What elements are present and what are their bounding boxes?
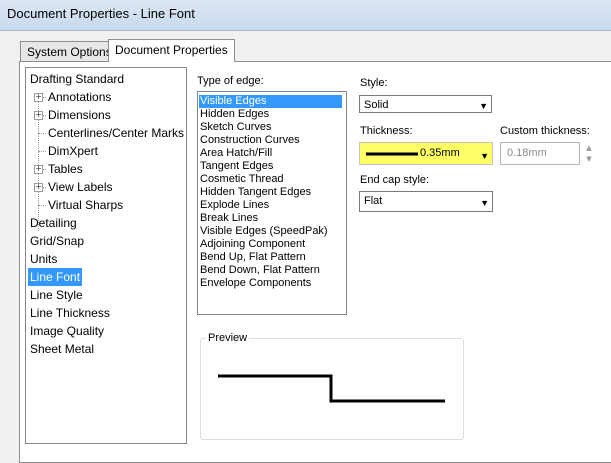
tree-item-line-thickness[interactable]: Line Thickness <box>30 304 110 322</box>
thickness-label: Thickness: <box>360 125 413 137</box>
tree-item-drafting-standard[interactable]: Drafting Standard <box>30 70 124 88</box>
list-item[interactable]: Sketch Curves <box>200 121 272 134</box>
style-dropdown[interactable]: Solid ▼ <box>359 95 492 113</box>
tree-item-virtual-sharps[interactable]: Virtual Sharps <box>48 196 123 214</box>
tree-item-image-quality[interactable]: Image Quality <box>30 322 104 340</box>
tree-item-detailing[interactable]: Detailing <box>30 214 77 232</box>
end-cap-label: End cap style: <box>360 174 430 186</box>
thickness-dropdown[interactable]: 0.35mm ▼ <box>359 142 493 165</box>
list-item[interactable]: Visible Edges <box>199 95 342 108</box>
end-cap-value: Flat <box>364 195 383 207</box>
list-item[interactable]: Construction Curves <box>200 134 300 147</box>
tree-connector <box>38 205 46 206</box>
spin-down-icon[interactable]: ▼ <box>583 154 595 164</box>
chevron-down-icon[interactable]: ▼ <box>479 97 488 115</box>
list-item[interactable]: Adjoining Component <box>200 238 305 251</box>
tab-system-options[interactable]: System Options <box>20 41 119 62</box>
tree-item-annotations[interactable]: Annotations <box>48 88 111 106</box>
list-item[interactable]: Break Lines <box>200 212 258 225</box>
tree-connector <box>38 151 46 152</box>
tree-item-centerlines[interactable]: Centerlines/Center Marks <box>48 124 184 142</box>
type-of-edge-label: Type of edge: <box>197 75 264 87</box>
chevron-down-icon[interactable]: ▼ <box>480 194 489 213</box>
window-title: Document Properties - Line Font <box>7 6 195 21</box>
plus-expander-icon[interactable]: + <box>34 183 43 192</box>
title-bar: Document Properties - Line Font <box>0 0 611 31</box>
list-item[interactable]: Bend Up, Flat Pattern <box>200 251 306 264</box>
category-tree[interactable]: + + + + Drafting Standard Annotations Di… <box>25 67 187 444</box>
list-item[interactable]: Bend Down, Flat Pattern <box>200 264 320 277</box>
list-item[interactable]: Visible Edges (SpeedPak) <box>200 225 328 238</box>
tree-item-grid-snap[interactable]: Grid/Snap <box>30 232 84 250</box>
plus-expander-icon[interactable]: + <box>34 165 43 174</box>
tree-item-view-labels[interactable]: View Labels <box>48 178 113 196</box>
preview-label: Preview <box>206 332 250 344</box>
edge-type-list[interactable]: Visible Edges Hidden Edges Sketch Curves… <box>197 91 347 315</box>
list-item[interactable]: Envelope Components <box>200 277 311 290</box>
preview-box <box>200 338 464 440</box>
list-item[interactable]: Hidden Tangent Edges <box>200 186 311 199</box>
tree-item-sheet-metal[interactable]: Sheet Metal <box>30 340 94 358</box>
tree-item-line-style[interactable]: Line Style <box>30 286 83 304</box>
tab-document-properties[interactable]: Document Properties <box>108 39 235 62</box>
line-sample-icon <box>366 152 418 156</box>
list-item[interactable]: Explode Lines <box>200 199 269 212</box>
custom-thickness-label: Custom thickness: <box>500 125 590 137</box>
style-label: Style: <box>360 77 388 89</box>
style-value: Solid <box>364 99 389 111</box>
end-cap-dropdown[interactable]: Flat ▼ <box>359 191 493 212</box>
tree-item-line-font[interactable]: Line Font <box>28 268 83 286</box>
list-item[interactable]: Tangent Edges <box>200 160 273 173</box>
spin-up-icon[interactable]: ▲ <box>583 143 595 153</box>
preview-line-drawing <box>218 374 445 403</box>
tree-item-dimensions[interactable]: Dimensions <box>48 106 111 124</box>
plus-expander-icon[interactable]: + <box>34 93 43 102</box>
list-item[interactable]: Area Hatch/Fill <box>200 147 272 160</box>
tree-item-units[interactable]: Units <box>30 250 57 268</box>
thickness-value: 0.35mm <box>420 147 460 159</box>
custom-thickness-input[interactable]: 0.18mm <box>500 142 580 165</box>
list-item[interactable]: Cosmetic Thread <box>200 173 284 186</box>
tree-item-dimxpert[interactable]: DimXpert <box>48 142 98 160</box>
chevron-down-icon[interactable]: ▼ <box>480 146 489 167</box>
tree-connector <box>38 133 46 134</box>
tree-item-tables[interactable]: Tables <box>48 160 83 178</box>
plus-expander-icon[interactable]: + <box>34 111 43 120</box>
list-item[interactable]: Hidden Edges <box>200 108 269 121</box>
